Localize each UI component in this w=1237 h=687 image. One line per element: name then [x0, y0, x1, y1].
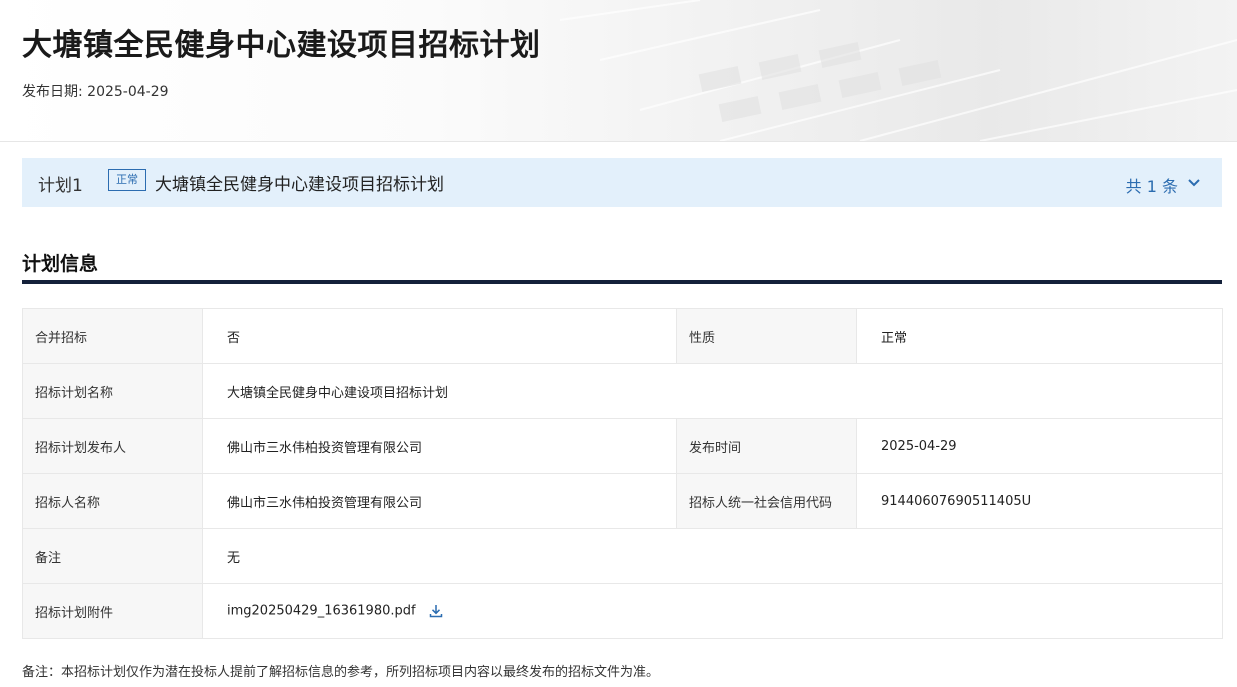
attachment-cell: img20250429_16361980.pdf: [202, 583, 1223, 639]
chevron-down-icon[interactable]: [1186, 174, 1202, 190]
publisher-value: 佛山市三水伟柏投资管理有限公司: [202, 418, 677, 474]
table-row: 备注 无: [22, 528, 1223, 584]
credit-code-value: 91440607690511405U: [856, 473, 1223, 529]
publish-time-label: 发布时间: [676, 418, 857, 474]
table-row: 合并招标 否 性质 正常: [22, 308, 1223, 364]
status-badge: 正常: [108, 169, 146, 191]
credit-code-label: 招标人统一社会信用代码: [676, 473, 857, 529]
disclaimer-note: 备注：本招标计划仅作为潜在投标人提前了解招标信息的参考，所列招标项目内容以最终发…: [22, 665, 660, 680]
section-divider: [22, 280, 1222, 284]
plan-name-label: 招标计划名称: [22, 363, 203, 419]
table-row: 招标人名称 佛山市三水伟柏投资管理有限公司 招标人统一社会信用代码 914406…: [22, 473, 1223, 529]
table-row: 招标计划发布人 佛山市三水伟柏投资管理有限公司 发布时间 2025-04-29: [22, 418, 1223, 474]
page-header: 大塘镇全民健身中心建设项目招标计划 发布日期: 2025-04-29: [0, 0, 1237, 142]
plan-label: 计划1: [38, 176, 83, 196]
merged-tender-label: 合并招标: [22, 308, 203, 364]
publish-date-label: 发布日期:: [22, 84, 83, 100]
plan-count[interactable]: 共 1 条: [1126, 173, 1178, 197]
attachment-label: 招标计划附件: [22, 583, 203, 639]
publish-time-value: 2025-04-29: [856, 418, 1223, 474]
remark-value: 无: [202, 528, 1223, 584]
plan-name-value: 大塘镇全民健身中心建设项目招标计划: [202, 363, 1223, 419]
nature-value: 正常: [856, 308, 1223, 364]
table-row: 招标计划名称 大塘镇全民健身中心建设项目招标计划: [22, 363, 1223, 419]
tenderer-label: 招标人名称: [22, 473, 203, 529]
publisher-label: 招标计划发布人: [22, 418, 203, 474]
attachment-link[interactable]: img20250429_16361980.pdf: [227, 604, 416, 619]
remark-label: 备注: [22, 528, 203, 584]
plan-name: 大塘镇全民健身中心建设项目招标计划: [155, 175, 444, 195]
tenderer-value: 佛山市三水伟柏投资管理有限公司: [202, 473, 677, 529]
plan-info-table: 合并招标 否 性质 正常 招标计划名称 大塘镇全民健身中心建设项目招标计划 招标…: [22, 308, 1223, 639]
download-icon[interactable]: [428, 603, 444, 619]
merged-tender-value: 否: [202, 308, 677, 364]
publish-date: 发布日期: 2025-04-29: [22, 81, 169, 101]
nature-label: 性质: [676, 308, 857, 364]
page-title: 大塘镇全民健身中心建设项目招标计划: [22, 28, 541, 63]
plan-selector-bar[interactable]: 计划1 正常 大塘镇全民健身中心建设项目招标计划 共 1 条: [22, 158, 1222, 207]
publish-date-value: 2025-04-29: [87, 84, 169, 100]
table-row: 招标计划附件 img20250429_16361980.pdf: [22, 583, 1223, 639]
section-title: 计划信息: [22, 253, 99, 275]
